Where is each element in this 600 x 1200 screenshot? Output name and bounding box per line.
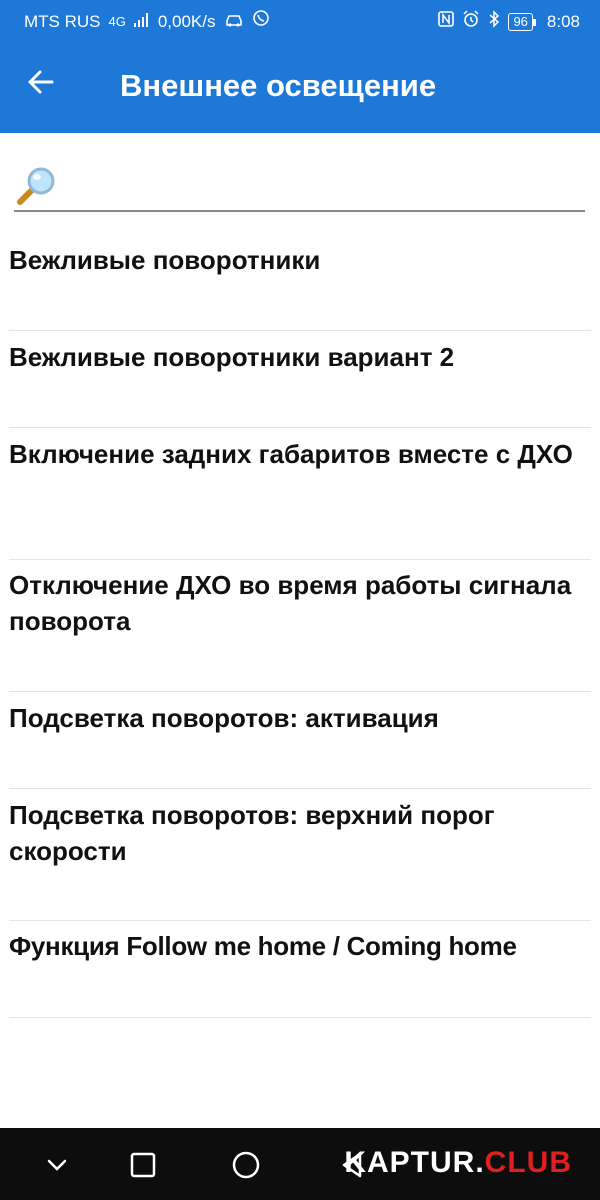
- car-icon: [224, 12, 244, 32]
- alarm-icon: [462, 10, 480, 33]
- signal-icon: [133, 12, 150, 32]
- watermark: KAPTUR.CLUB: [344, 1146, 572, 1180]
- viber-icon: [252, 10, 270, 33]
- list-item-label: Включение задних габаритов вместе с ДХО: [9, 439, 573, 469]
- list-item-label: Подсветка поворотов: верхний порог скоро…: [9, 800, 495, 866]
- chevron-down-icon[interactable]: [42, 1150, 72, 1180]
- bluetooth-icon: [488, 10, 500, 33]
- list-item-label: Вежливые поворотники: [9, 245, 321, 275]
- divider: [9, 330, 591, 331]
- divider: [9, 427, 591, 428]
- list-item-label: Вежливые поворотники вариант 2: [9, 342, 455, 372]
- battery-level: 96: [513, 13, 528, 29]
- search-input[interactable]: [64, 166, 578, 204]
- list-item-label: Отключение ДХО во время работы сигнала п…: [9, 570, 572, 636]
- page-title: Внешнее освещение: [120, 68, 437, 103]
- divider: [9, 788, 591, 789]
- divider: [9, 1017, 591, 1018]
- divider: [9, 559, 591, 560]
- divider: [9, 691, 591, 692]
- clock-time: 8:08: [546, 11, 580, 31]
- back-button[interactable]: [26, 66, 66, 106]
- divider: [9, 920, 591, 921]
- watermark-accent: CLUB: [484, 1146, 572, 1179]
- app-bar: MTS RUS 4G 0,00K/s 96 8:08 Внешнее освещ…: [0, 0, 600, 133]
- network-type: 4G: [108, 14, 126, 29]
- navigation-bar: KAPTUR.CLUB: [0, 1128, 600, 1200]
- status-bar: MTS RUS 4G 0,00K/s 96 8:08: [0, 0, 600, 42]
- square-icon[interactable]: [128, 1150, 158, 1180]
- arrow-left-icon: [28, 70, 54, 94]
- nfc-icon: [438, 11, 455, 32]
- list-item-label: Функция Follow me home / Coming home: [9, 931, 517, 961]
- list-item-label: Подсветка поворотов: активация: [9, 703, 439, 733]
- network-speed: 0,00K/s: [157, 11, 216, 31]
- search-field[interactable]: [14, 160, 585, 212]
- watermark-text: KAPTUR.: [344, 1146, 485, 1179]
- battery-icon: 96: [508, 12, 537, 31]
- carrier-label: MTS RUS: [24, 11, 101, 31]
- magnifier-icon: [14, 164, 58, 208]
- circle-icon[interactable]: [231, 1150, 261, 1180]
